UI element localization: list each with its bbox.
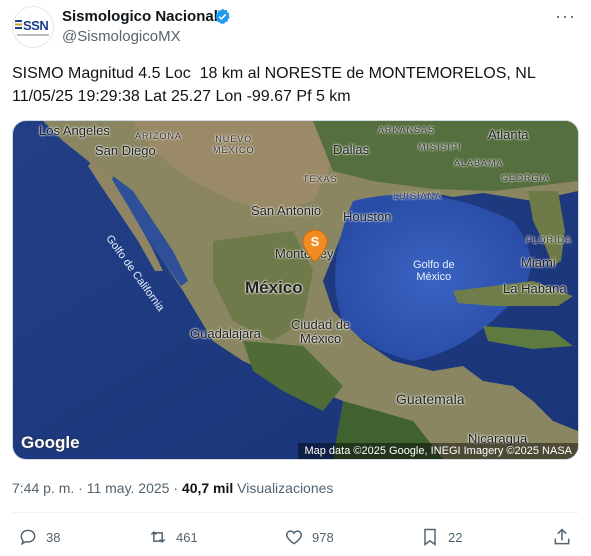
map-label-arkansas: ARKANSAS <box>378 125 436 135</box>
map-label-guadalajara: Guadalajara <box>190 326 261 341</box>
avatar-text: SSN <box>23 18 49 33</box>
map-label-ciudad-de-mexico: Ciudad de México <box>291 317 351 346</box>
google-logo: Google <box>21 433 80 452</box>
map-label-san-antonio: San Antonio <box>251 203 322 218</box>
map-label-golfo-de-mexico: Golfo de México <box>413 259 455 283</box>
views-label: Visualizaciones <box>233 480 334 496</box>
repost-button[interactable]: 461 <box>148 526 198 548</box>
map-label-luisiana: LUISIANA <box>393 191 443 201</box>
map-label-mexico: México <box>245 278 303 297</box>
avatar[interactable]: SSN <box>12 6 54 48</box>
reply-button[interactable]: 38 <box>18 526 60 548</box>
bookmark-count: 22 <box>448 529 463 545</box>
reply-icon <box>20 529 36 546</box>
views-count: 40,7 mil <box>181 480 234 496</box>
repost-icon <box>150 530 166 544</box>
author-name[interactable]: Sismologico Nacional <box>62 8 218 25</box>
map-label-miami: Miami <box>521 255 556 270</box>
map-label-florida: FLORIDA <box>526 235 573 245</box>
avatar-subline <box>17 34 49 36</box>
more-options-button[interactable]: ··· <box>555 6 576 27</box>
post-text: SISMO Magnitud 4.5 Loc 18 km al NORESTE … <box>12 65 536 105</box>
map-label-arizona: ARIZONA <box>135 131 183 141</box>
bookmark-button[interactable]: 22 <box>420 526 462 548</box>
map-attribution: Map data ©2025 Google, INEGI Imagery ©20… <box>298 443 578 459</box>
bookmark-icon <box>424 528 436 546</box>
map-label-misisipi: MISISIPI <box>418 142 462 152</box>
divider <box>12 512 579 513</box>
map-label-guatemala: Guatemala <box>396 391 465 407</box>
reply-count: 38 <box>46 529 61 545</box>
author-handle[interactable]: @SismologicoMX <box>62 28 181 45</box>
map-label-texas: TEXAS <box>303 174 338 184</box>
post-timestamp[interactable]: 7:44 p. m. · 11 may. 2025 · <box>12 480 182 496</box>
share-button[interactable] <box>552 526 572 548</box>
map-label-nuevo-mexico: NUEVO MÉXICO <box>213 134 255 155</box>
map-label-san-diego: San Diego <box>95 143 156 158</box>
like-count: 978 <box>312 529 334 545</box>
map-label-dallas: Dallas <box>333 142 370 157</box>
map-label-houston: Houston <box>343 209 392 224</box>
map-label-atlanta: Atlanta <box>488 127 529 142</box>
repost-count: 461 <box>176 529 198 545</box>
share-icon <box>554 528 570 545</box>
action-bar: 38 461 978 22 <box>12 526 577 550</box>
map-label-alabama: ALABAMA <box>454 158 504 168</box>
ssn-logo-mark-icon <box>15 20 22 29</box>
verified-badge-icon <box>215 8 230 25</box>
map-label-los-angeles: Los Angeles <box>39 123 110 138</box>
post-meta: 7:44 p. m. · 11 may. 2025 · 40,7 mil Vis… <box>12 480 333 496</box>
pin-label: S <box>311 234 320 249</box>
map-label-la-habana: La Habana <box>503 281 567 296</box>
like-button[interactable]: 978 <box>284 526 334 548</box>
post-header: SSN Sismologico Nacional @SismologicoMX … <box>12 6 582 50</box>
map-label-georgia: GEORGIA <box>501 173 551 183</box>
heart-icon <box>285 530 303 545</box>
map-image[interactable]: Los Angeles San Diego ARIZONA NUEVO MÉXI… <box>12 120 579 460</box>
epicenter-pin-icon[interactable]: S <box>302 229 328 263</box>
